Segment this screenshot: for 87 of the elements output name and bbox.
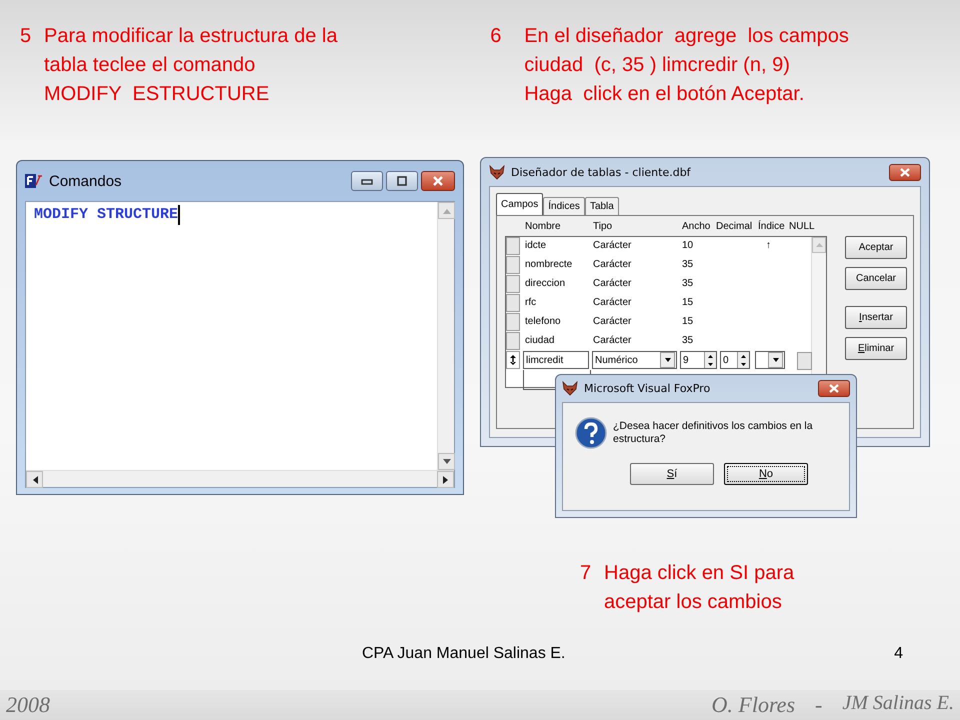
column-header: Nombre (525, 221, 561, 232)
decimal-spinner[interactable]: 0 (720, 351, 750, 369)
type-dropdown[interactable]: Numérico (592, 351, 677, 369)
instruction-text: Para modificar la estructura de la tabla teclee el comando MODIFY ESTRUCTURE (44, 24, 338, 107)
author-name: - (815, 692, 822, 718)
column-header: Índice (758, 221, 785, 232)
column-header: NULL (789, 221, 815, 232)
maximize-button[interactable] (386, 171, 418, 191)
fox-head-icon (489, 164, 505, 180)
command-window-icon (25, 174, 43, 188)
close-button[interactable] (818, 380, 850, 397)
step-number: 5 (20, 24, 32, 49)
column-header: Tipo (593, 221, 612, 232)
table-cell: 35 (682, 278, 694, 289)
down-arrow-icon (708, 362, 713, 366)
table-cell: 15 (682, 297, 694, 308)
footer-author: CPA Juan Manuel Salinas E. (362, 645, 566, 663)
fox-head-icon (562, 381, 578, 396)
up-arrow-icon (708, 354, 713, 358)
dialog-button[interactable]: No (724, 463, 808, 485)
dialog-message: ¿Desea hacer definitivos los cambios en la estructura? (613, 420, 814, 446)
command-text: MODIFY STRUCTURE (34, 206, 178, 223)
window-title: Diseñador de tablas - cliente.dbf (511, 166, 691, 178)
page-number: 4 (894, 645, 903, 663)
width-spinner[interactable]: 9 (680, 351, 717, 369)
name-input[interactable]: limcredit (523, 351, 589, 369)
author-name: O. Flores (712, 692, 796, 718)
table-cell: Carácter (593, 259, 632, 270)
author-name: JM Salinas E. (842, 692, 954, 716)
table-cell: 15 (682, 316, 694, 327)
table-cell: 35 (682, 335, 694, 346)
instruction-text: En el diseñador agrege los campos ciudad (c, 35 ) limcredir (n, 9) Haga click en el botón Aceptar. (524, 24, 849, 107)
down-arrow-icon (741, 362, 746, 366)
horizontal-scrollbar[interactable] (26, 470, 454, 487)
up-arrow-icon (442, 208, 450, 214)
tab[interactable]: Campos (496, 193, 544, 215)
close-icon (432, 176, 444, 186)
dialog-button[interactable]: Insertar (845, 306, 907, 329)
tab[interactable]: Tabla (584, 197, 619, 215)
table-cell: telefono (525, 316, 561, 327)
table-cell: Carácter (593, 316, 632, 327)
instruction-text: Haga click en SI para aceptar los cambios (604, 561, 794, 615)
dropdown-arrow-icon (772, 358, 778, 362)
text-cursor (178, 205, 180, 225)
column-header: Decimal (716, 221, 752, 232)
table-cell: Carácter (593, 297, 632, 308)
close-button[interactable] (889, 164, 921, 180)
table-cell: Carácter (593, 278, 632, 289)
maximize-icon (396, 176, 408, 186)
right-arrow-icon (442, 476, 448, 484)
table-cell: 35 (682, 259, 694, 270)
minimize-icon (361, 177, 373, 185)
up-arrow-icon (741, 354, 746, 358)
table-cell: nombrecte (525, 259, 572, 270)
dialog-button[interactable]: Eliminar (845, 337, 907, 360)
up-arrow-icon (816, 243, 822, 247)
table-cell: 10 (682, 240, 694, 251)
table-cell: idcte (525, 240, 546, 251)
dialog-title: Microsoft Visual FoxPro (584, 382, 710, 395)
double-arrow-icon (510, 355, 516, 365)
column-header: Ancho (682, 221, 710, 232)
table-cell: ciudad (525, 335, 554, 346)
table-cell: Carácter (593, 335, 632, 346)
window-title: Comandos (49, 172, 122, 190)
question-icon (575, 417, 607, 449)
table-cell: rfc (525, 297, 536, 308)
left-arrow-icon (32, 476, 38, 484)
step-number: 7 (580, 561, 592, 586)
step-number: 6 (490, 24, 502, 49)
dropdown-arrow-icon (664, 358, 670, 362)
table-cell: Carácter (593, 240, 632, 251)
index-dropdown[interactable] (755, 351, 785, 369)
down-arrow-icon (442, 458, 450, 464)
close-icon (828, 384, 840, 393)
vertical-scrollbar[interactable] (437, 202, 454, 470)
close-icon (899, 168, 911, 176)
tab[interactable]: Índices (543, 197, 585, 215)
row-selector[interactable] (506, 351, 520, 369)
dialog-button[interactable]: Sí (630, 463, 714, 485)
table-cell: direccion (525, 278, 566, 289)
dialog-button[interactable]: Cancelar (845, 267, 907, 290)
year-text: 2008 (6, 692, 50, 718)
table-cell: ↑ (766, 240, 771, 251)
dialog-button[interactable]: Aceptar (845, 236, 907, 259)
close-button[interactable] (421, 171, 455, 191)
null-button[interactable] (797, 352, 812, 370)
minimize-button[interactable] (351, 171, 383, 191)
